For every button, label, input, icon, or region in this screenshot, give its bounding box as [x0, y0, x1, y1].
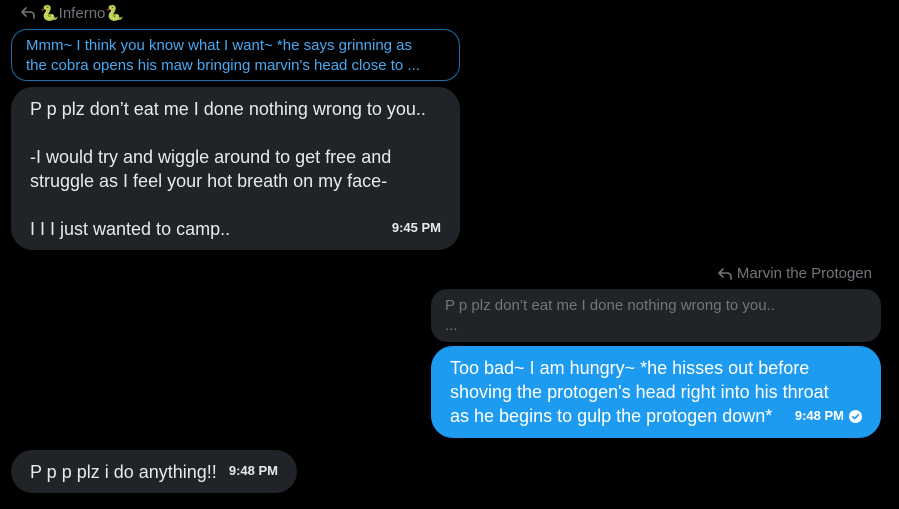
reply-context-inferno: 🐍Inferno🐍	[20, 4, 124, 22]
message-timestamp: 9:48 PM	[229, 459, 278, 483]
reply-context-marvin: Marvin the Protogen	[717, 265, 872, 282]
quote-line: the cobra opens his maw bringing marvin'…	[26, 57, 420, 74]
quote-line: ...	[445, 317, 458, 334]
timestamp-text: 9:45 PM	[391, 220, 441, 235]
received-message-bubble[interactable]: P p p plz i do anything!! 9:48 PM	[11, 450, 297, 493]
message-timestamp: 9:45 PM	[392, 216, 441, 240]
message-timestamp: 9:48 PM	[795, 404, 862, 428]
quote-line: P p plz don’t eat me I done nothing wron…	[445, 297, 775, 314]
timestamp-text: 9:48 PM	[228, 463, 278, 478]
reply-arrow-icon	[717, 266, 733, 282]
quoted-message[interactable]: P p plz don’t eat me I done nothing wron…	[431, 289, 881, 342]
reply-author: Marvin the Protogen	[736, 265, 872, 282]
quote-line: Mmm~ I think you know what I want~ *he s…	[26, 37, 413, 54]
reply-author: 🐍Inferno🐍	[40, 5, 125, 22]
timestamp-text: 9:48 PM	[794, 408, 844, 423]
check-circle-icon	[849, 409, 862, 423]
sent-message-bubble[interactable]: Too bad~ I am hungry~ *he hisses out bef…	[431, 346, 881, 438]
received-message-bubble[interactable]: P p plz don’t eat me I done nothing wron…	[11, 87, 460, 250]
reply-arrow-icon	[20, 5, 36, 21]
quoted-message[interactable]: Mmm~ I think you know what I want~ *he s…	[11, 29, 460, 81]
